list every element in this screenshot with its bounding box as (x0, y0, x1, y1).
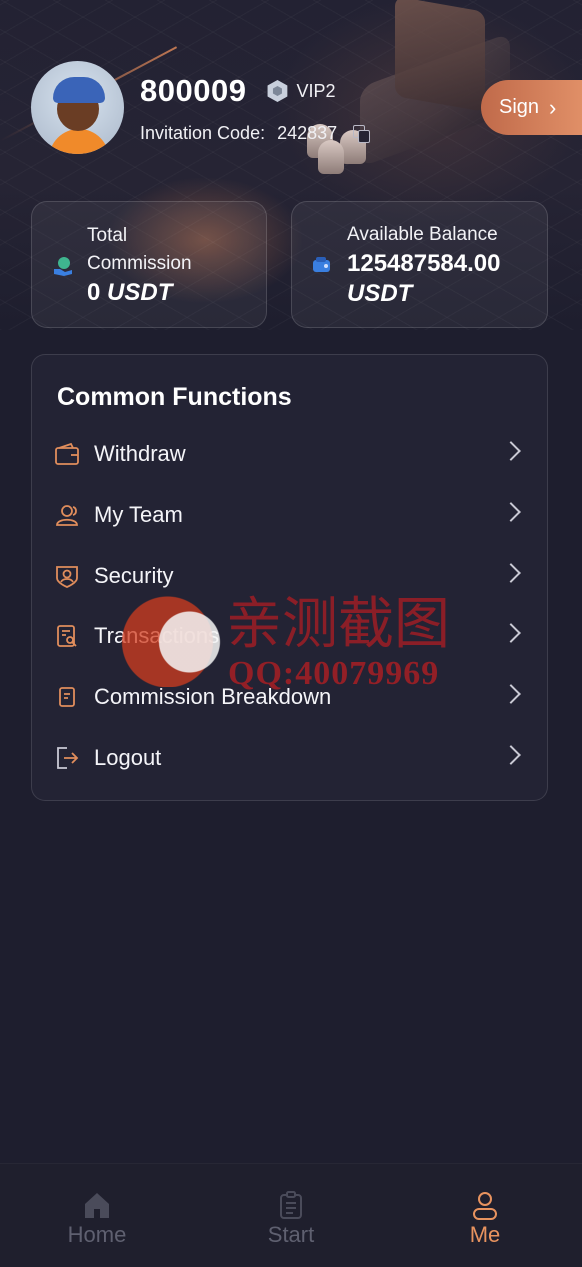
common-functions-title: Common Functions (57, 383, 292, 411)
profile-header: 800009 VIP2 Invitation Code: 242837 (31, 61, 371, 154)
user-info: 800009 VIP2 Invitation Code: 242837 (140, 71, 371, 144)
chevron-right-icon (501, 623, 521, 643)
bottom-tab-bar: Home Start Me (0, 1163, 582, 1267)
hero-board-illustration (395, 0, 485, 112)
total-commission-unit: USDT (107, 278, 173, 306)
total-commission-card: Total Commission 0 USDT (31, 201, 267, 328)
menu-item-label: My Team (94, 502, 183, 527)
tab-home[interactable]: Home (0, 1164, 194, 1267)
invitation-code: 242837 (277, 123, 338, 143)
chevron-right-icon (501, 502, 521, 522)
total-commission-value: 0 USDT (87, 278, 192, 308)
user-icon (471, 1190, 499, 1220)
menu-item-label: Logout (94, 745, 162, 770)
menu-item-label: Withdraw (94, 441, 186, 466)
tab-label: Start (267, 1222, 315, 1247)
copy-icon[interactable] (353, 124, 371, 143)
chevron-right-icon (501, 745, 521, 765)
sign-button-label: Sign (499, 96, 540, 118)
chevron-right-icon: › (549, 94, 557, 120)
clipboard-icon (277, 1190, 305, 1220)
vip-level: VIP2 (296, 80, 336, 101)
wallet-balance-icon (312, 255, 332, 275)
chevron-right-icon (501, 441, 521, 461)
available-balance-amount: 125487584.00 (347, 249, 501, 277)
chevron-right-icon (501, 684, 521, 704)
menu-item-commission-breakdown[interactable]: Commission Breakdown (54, 675, 526, 719)
available-balance-unit: USDT (347, 279, 413, 307)
menu-item-logout[interactable]: Logout (54, 736, 526, 780)
tab-label: Home (67, 1222, 127, 1247)
user-id: 800009 (140, 73, 247, 108)
invitation-code-label: Invitation Code: (140, 123, 266, 143)
available-balance-unit-row: USDT (347, 279, 501, 309)
available-balance-label: Available Balance (347, 223, 498, 245)
menu-item-label: Security (94, 563, 174, 588)
menu-item-security[interactable]: Security (54, 554, 526, 598)
home-icon (83, 1190, 111, 1220)
available-balance-card: Available Balance 125487584.00 USDT (291, 201, 548, 328)
menu-item-withdraw[interactable]: Withdraw (54, 432, 526, 476)
avatar[interactable] (31, 61, 124, 154)
total-commission-label-line2: Commission (87, 252, 192, 274)
commission-icon (52, 255, 72, 276)
tab-label: Me (469, 1222, 501, 1247)
vip-hexagon-icon (267, 80, 288, 102)
total-commission-amount: 0 (87, 278, 101, 306)
shield-user-icon (54, 563, 80, 589)
chevron-right-icon (501, 563, 521, 583)
menu-item-transactions[interactable]: Transactions (54, 614, 526, 658)
document-search-icon (54, 623, 80, 649)
sign-button[interactable]: Sign › (481, 80, 582, 135)
document-icon (54, 684, 80, 710)
vip-badge: VIP2 (266, 80, 335, 102)
menu-item-label: Commission Breakdown (94, 684, 332, 709)
common-functions-panel: Common Functions Withdraw My Team Securi… (31, 354, 548, 801)
team-icon (54, 502, 80, 528)
tab-me[interactable]: Me (388, 1164, 582, 1267)
menu-item-my-team[interactable]: My Team (54, 493, 526, 537)
menu-item-label: Transactions (94, 623, 220, 648)
total-commission-label-line1: Total (87, 224, 128, 246)
logout-icon (54, 745, 80, 771)
tab-start[interactable]: Start (194, 1164, 388, 1267)
wallet-icon (54, 441, 80, 467)
